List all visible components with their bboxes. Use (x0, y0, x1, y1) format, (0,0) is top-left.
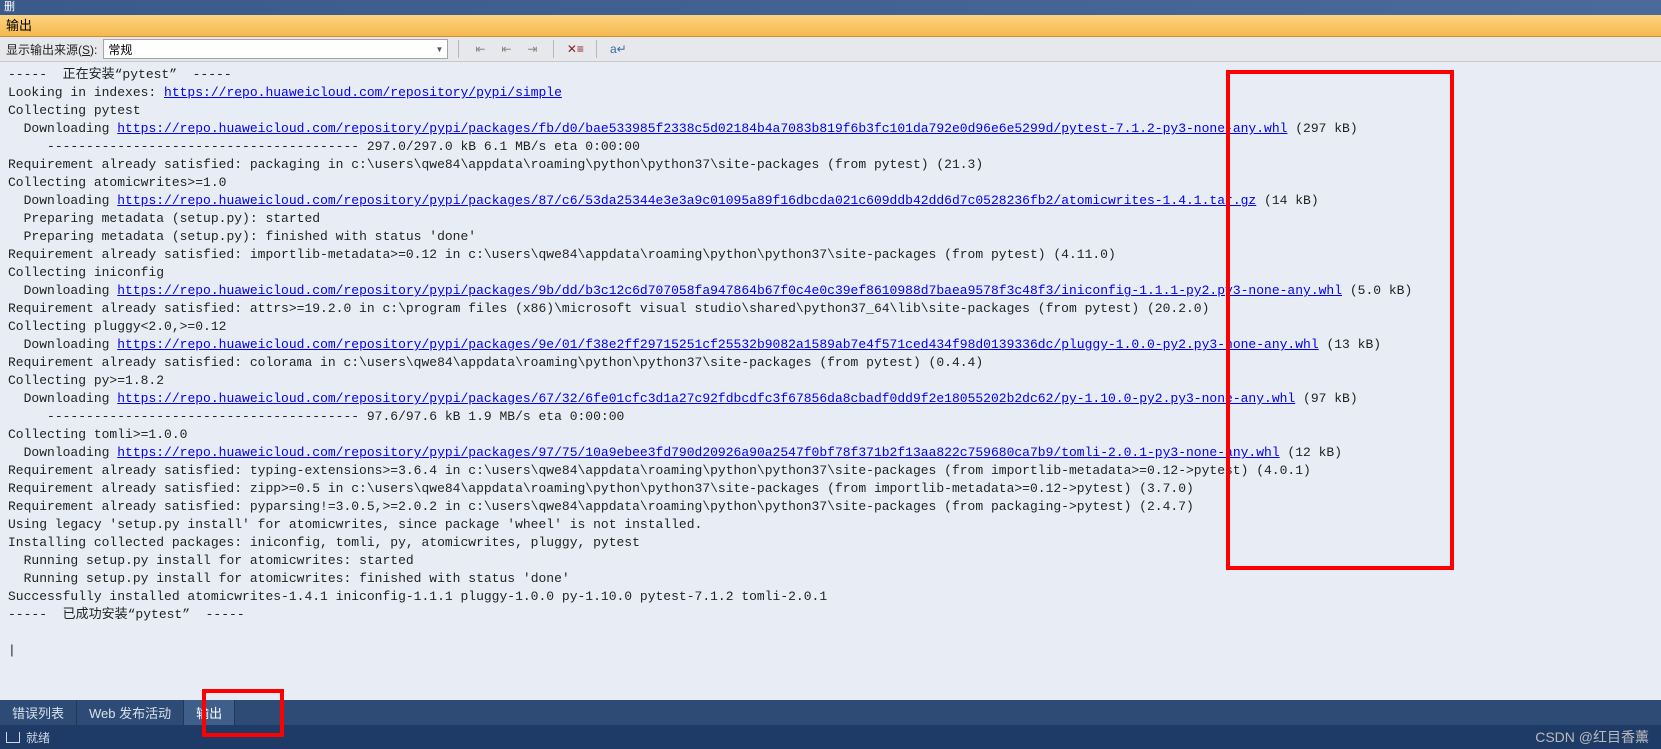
output-line: Requirement already satisfied: importlib… (8, 246, 1653, 264)
indent-left-icon[interactable]: ⇤ (469, 39, 491, 59)
text-caret: | (8, 642, 1653, 660)
indent-right-icon[interactable]: ⇥ (521, 39, 543, 59)
output-link[interactable]: https://repo.huaweicloud.com/repository/… (117, 193, 1256, 208)
clear-all-icon[interactable]: ✕≡ (564, 39, 586, 59)
output-line: Successfully installed atomicwrites-1.4.… (8, 588, 1653, 606)
tab-error-list[interactable]: 错误列表 (0, 700, 77, 725)
output-link[interactable]: https://repo.huaweicloud.com/repository/… (117, 337, 1318, 352)
output-line: Requirement already satisfied: attrs>=19… (8, 300, 1653, 318)
output-line: Collecting iniconfig (8, 264, 1653, 282)
output-line: Requirement already satisfied: zipp>=0.5… (8, 480, 1653, 498)
output-line: ----- 已成功安装“pytest” ----- (8, 606, 1653, 624)
status-bar: 就绪 (0, 725, 1661, 749)
toggle-wrap-icon[interactable]: a↵ (607, 39, 629, 59)
status-text: 就绪 (26, 729, 50, 746)
bottom-tab-bar: 错误列表 Web 发布活动 输出 (0, 700, 1661, 725)
output-line: Preparing metadata (setup.py): started (8, 210, 1653, 228)
output-link[interactable]: https://repo.huaweicloud.com/repository/… (117, 283, 1342, 298)
window-title-bar: 删 (0, 0, 1661, 15)
output-line: Requirement already satisfied: typing-ex… (8, 462, 1653, 480)
output-line: ----- 正在安装“pytest” ----- (8, 66, 1653, 84)
output-line: Downloading https://repo.huaweicloud.com… (8, 282, 1653, 300)
tab-web-publish[interactable]: Web 发布活动 (77, 700, 184, 725)
output-line: Downloading https://repo.huaweicloud.com… (8, 336, 1653, 354)
tab-output[interactable]: 输出 (184, 700, 235, 725)
output-link[interactable]: https://repo.huaweicloud.com/repository/… (117, 391, 1295, 406)
output-line: Requirement already satisfied: packaging… (8, 156, 1653, 174)
output-panel-header: 输出 (0, 15, 1661, 37)
output-line: Downloading https://repo.huaweicloud.com… (8, 120, 1653, 138)
output-line: ----------------------------------------… (8, 138, 1653, 156)
output-line: Requirement already satisfied: colorama … (8, 354, 1653, 372)
toolbar-separator (596, 40, 597, 58)
output-line: Requirement already satisfied: pyparsing… (8, 498, 1653, 516)
status-indicator-icon (6, 732, 20, 743)
output-line: Preparing metadata (setup.py): finished … (8, 228, 1653, 246)
output-line: Downloading https://repo.huaweicloud.com… (8, 444, 1653, 462)
output-line: Downloading https://repo.huaweicloud.com… (8, 390, 1653, 408)
output-line: Collecting py>=1.8.2 (8, 372, 1653, 390)
toolbar-separator (553, 40, 554, 58)
output-link[interactable]: https://repo.huaweicloud.com/repository/… (117, 445, 1279, 460)
indent-left2-icon[interactable]: ⇤ (495, 39, 517, 59)
output-line: Running setup.py install for atomicwrite… (8, 570, 1653, 588)
output-source-value: 常规 (108, 41, 132, 58)
watermark-text: CSDN @红目香薰 (1535, 727, 1649, 747)
output-text-area[interactable]: ----- 正在安装“pytest” -----Looking in index… (0, 62, 1661, 687)
output-link[interactable]: https://repo.huaweicloud.com/repository/… (164, 85, 562, 100)
output-line: Collecting pytest (8, 102, 1653, 120)
output-line: Installing collected packages: iniconfig… (8, 534, 1653, 552)
output-line: Using legacy 'setup.py install' for atom… (8, 516, 1653, 534)
output-line: Running setup.py install for atomicwrite… (8, 552, 1653, 570)
output-toolbar: 显示输出来源(S): 常规 ▼ ⇤ ⇤ ⇥ ✕≡ a↵ (0, 37, 1661, 62)
output-link[interactable]: https://repo.huaweicloud.com/repository/… (117, 121, 1287, 136)
output-source-select[interactable]: 常规 ▼ (103, 39, 448, 59)
output-line: Collecting pluggy<2.0,>=0.12 (8, 318, 1653, 336)
output-line: Collecting atomicwrites>=1.0 (8, 174, 1653, 192)
output-line: Looking in indexes: https://repo.huaweic… (8, 84, 1653, 102)
output-line: ----------------------------------------… (8, 408, 1653, 426)
toolbar-separator (458, 40, 459, 58)
output-line: Collecting tomli>=1.0.0 (8, 426, 1653, 444)
output-source-label: 显示输出来源(S): (6, 41, 97, 58)
chevron-down-icon: ▼ (435, 45, 443, 54)
output-line: Downloading https://repo.huaweicloud.com… (8, 192, 1653, 210)
